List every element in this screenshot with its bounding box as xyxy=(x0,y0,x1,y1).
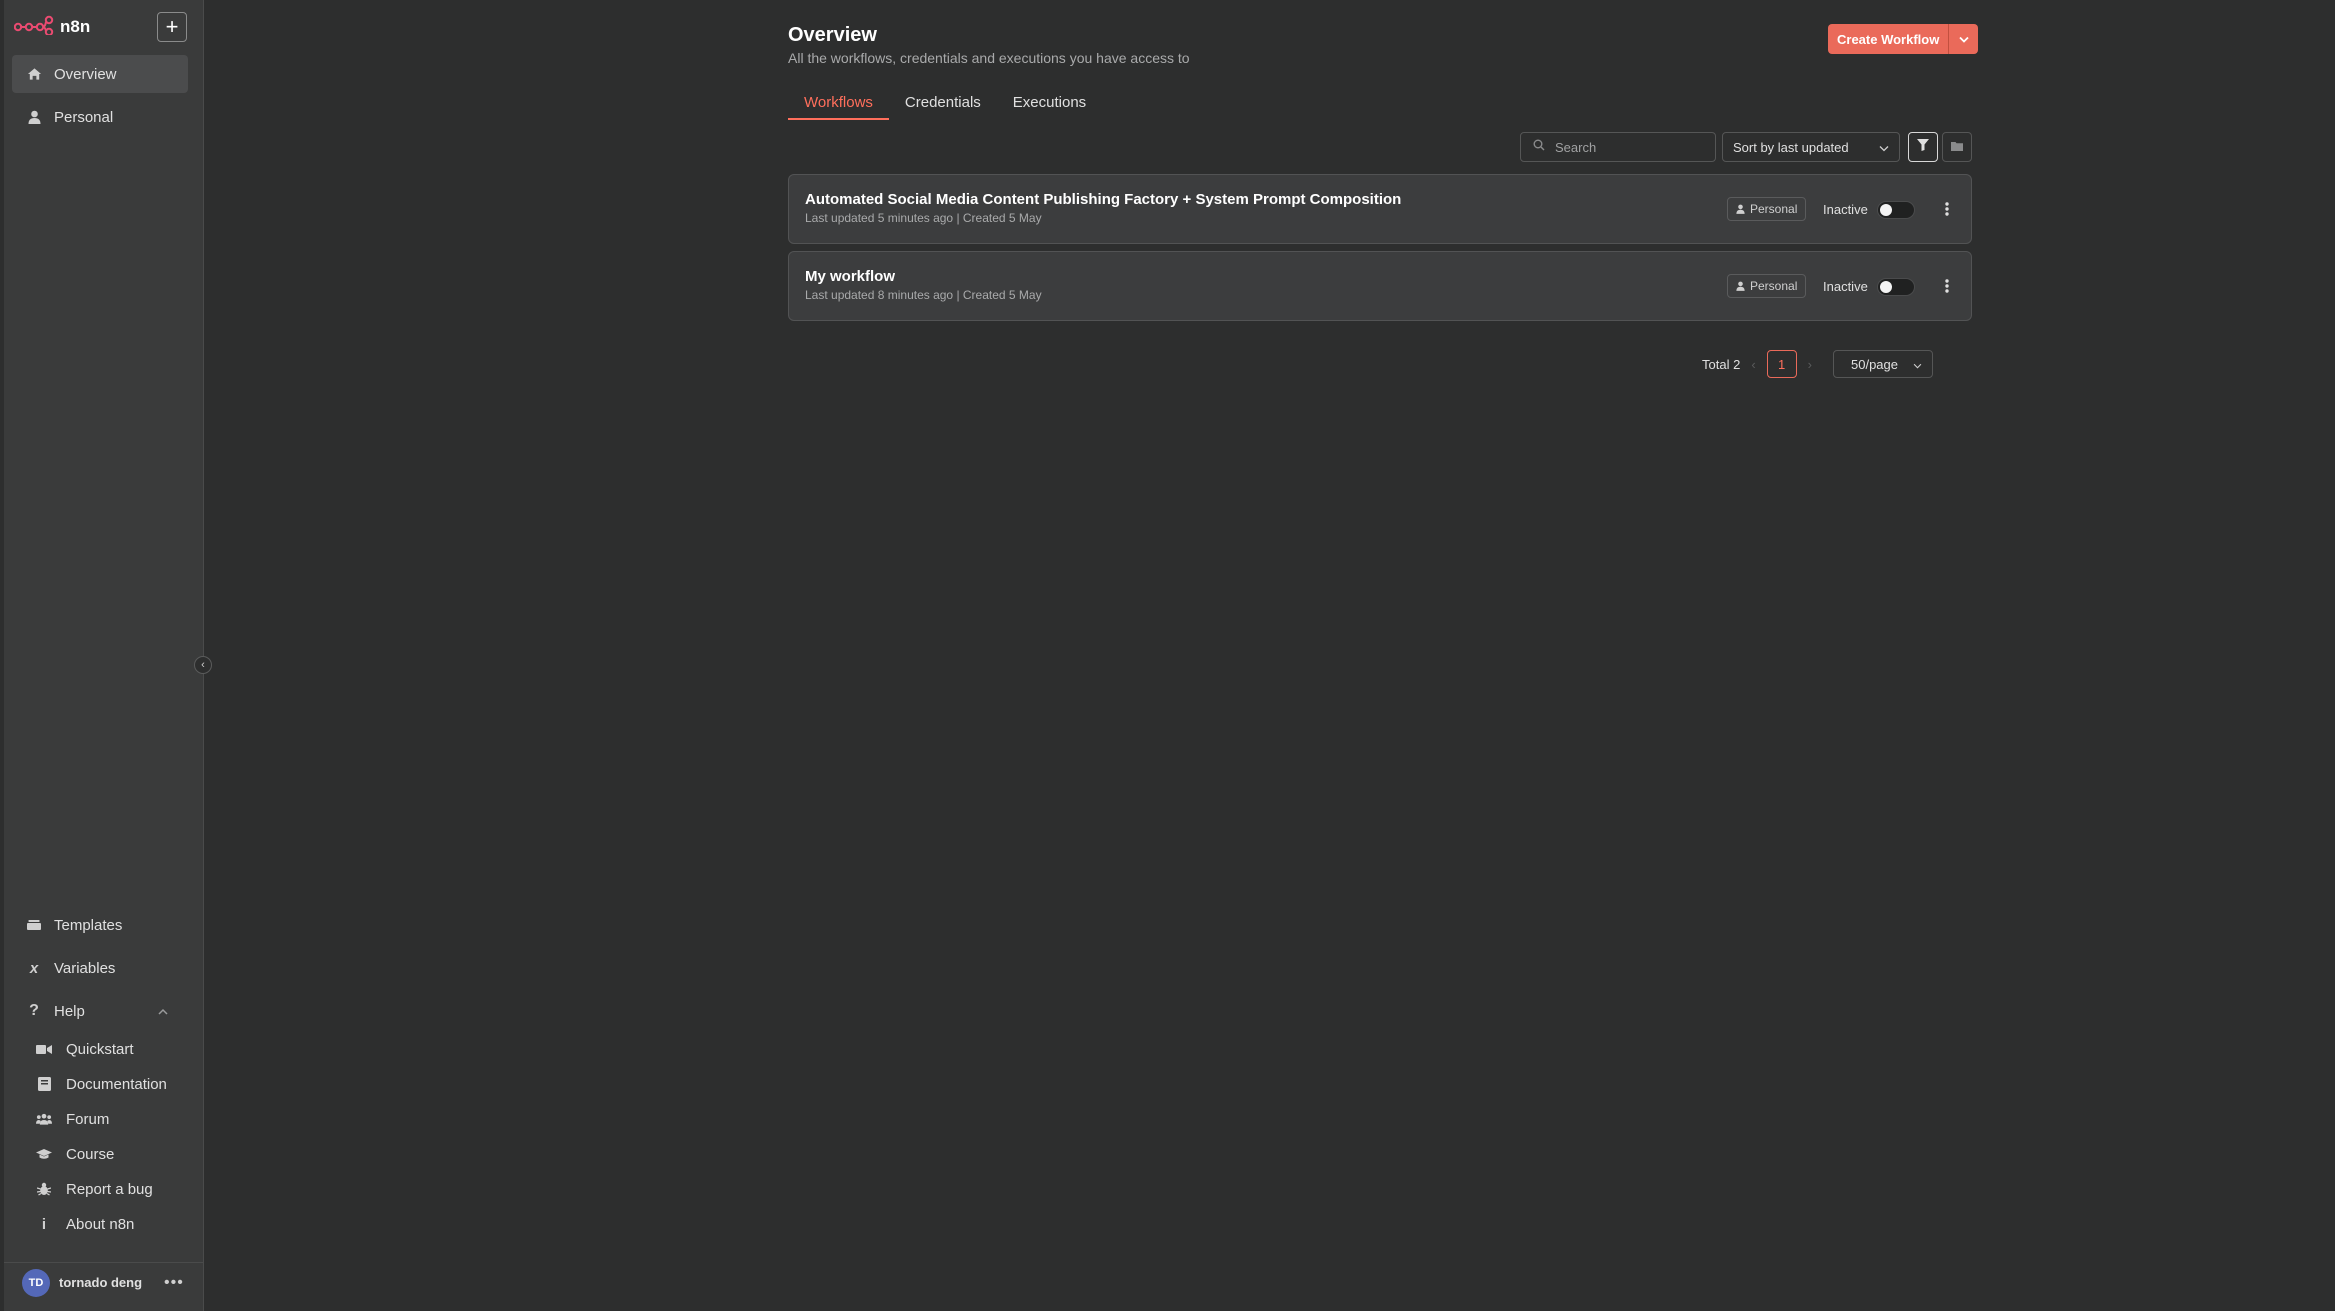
tab-executions[interactable]: Executions xyxy=(997,90,1102,120)
filter-icon xyxy=(1917,138,1929,156)
help-item-label: Report a bug xyxy=(66,1180,153,1198)
sidebar-item-label: Templates xyxy=(54,916,123,934)
search-box xyxy=(1520,132,1716,162)
sidebar-item-label: Overview xyxy=(54,65,117,83)
plus-icon: + xyxy=(165,14,179,39)
help-item-about[interactable]: i About n8n xyxy=(36,1209,135,1239)
pagination: Total 2 ‹ 1 › 50/page xyxy=(1702,350,1933,378)
create-workflow-button-group: Create Workflow xyxy=(1828,24,1979,54)
chevron-up-icon xyxy=(158,1003,168,1020)
help-item-forum[interactable]: Forum xyxy=(36,1104,109,1134)
avatar: TD xyxy=(22,1268,50,1297)
logo[interactable]: n8n xyxy=(13,12,91,42)
help-item-documentation[interactable]: Documentation xyxy=(36,1069,167,1099)
tabs: Workflows Credentials Executions xyxy=(788,90,1102,120)
info-icon: i xyxy=(41,1215,47,1233)
chevron-down-icon xyxy=(1879,140,1889,155)
workflow-card[interactable]: My workflow Last updated 8 minutes ago |… xyxy=(788,251,1972,321)
owner-badge: Personal xyxy=(1727,197,1807,221)
sidebar-item-variables[interactable]: x Variables xyxy=(12,949,188,987)
page-subtitle: All the workflows, credentials and execu… xyxy=(788,50,1190,66)
user-icon xyxy=(26,110,42,124)
owner-label: Personal xyxy=(1750,279,1798,293)
folder-icon xyxy=(1951,138,1963,156)
help-item-report-bug[interactable]: Report a bug xyxy=(36,1174,153,1204)
help-item-label: Course xyxy=(66,1145,115,1163)
book-icon xyxy=(36,1077,52,1091)
user-icon xyxy=(1736,281,1745,291)
sidebar-item-personal[interactable]: Personal xyxy=(12,98,188,136)
page-number[interactable]: 1 xyxy=(1766,350,1797,378)
page-size-select[interactable]: 50/page xyxy=(1833,350,1933,378)
status-label: Inactive xyxy=(1823,202,1868,217)
search-icon xyxy=(1533,138,1545,156)
help-icon: ? xyxy=(29,1002,39,1019)
user-name: tornado deng xyxy=(59,1275,143,1290)
search-input[interactable] xyxy=(1555,139,1695,155)
workflow-meta: Last updated 8 minutes ago | Created 5 M… xyxy=(805,288,1042,302)
status-label: Inactive xyxy=(1823,279,1868,294)
filter-button[interactable] xyxy=(1908,132,1938,162)
prev-page-icon[interactable]: ‹ xyxy=(1751,357,1755,372)
help-item-label: Forum xyxy=(66,1110,110,1128)
sidebar-item-label: Personal xyxy=(54,108,114,126)
chevron-left-icon: ‹ xyxy=(201,659,205,671)
templates-icon xyxy=(26,919,42,931)
workflow-meta: Last updated 5 minutes ago | Created 5 M… xyxy=(805,211,1042,225)
variables-icon: x xyxy=(29,959,39,977)
user-menu[interactable]: TD tornado deng ••• xyxy=(4,1262,204,1302)
total-count: Total 2 xyxy=(1702,356,1741,372)
sidebar-item-templates[interactable]: Templates xyxy=(12,906,188,944)
kebab-menu-icon[interactable] xyxy=(1937,197,1957,221)
page-size-value: 50/page xyxy=(1851,356,1898,372)
tab-workflows[interactable]: Workflows xyxy=(788,90,889,120)
help-item-quickstart[interactable]: Quickstart xyxy=(36,1034,134,1064)
chevron-down-icon xyxy=(1913,357,1922,372)
home-icon xyxy=(26,67,42,81)
chevron-down-icon xyxy=(1959,30,1969,48)
workflow-name[interactable]: Automated Social Media Content Publishin… xyxy=(805,191,1401,208)
owner-badge: Personal xyxy=(1727,274,1807,298)
sidebar-item-help[interactable]: ? Help xyxy=(12,992,188,1030)
workflow-card[interactable]: Automated Social Media Content Publishin… xyxy=(788,174,1972,244)
help-item-label: About n8n xyxy=(66,1215,135,1233)
help-item-label: Documentation xyxy=(66,1075,167,1093)
graduation-cap-icon xyxy=(36,1148,52,1160)
create-dropdown-button[interactable] xyxy=(1948,24,1979,54)
sidebar-item-overview[interactable]: Overview xyxy=(12,55,188,93)
users-icon xyxy=(36,1113,52,1125)
n8n-logo-icon xyxy=(13,15,54,40)
active-toggle[interactable] xyxy=(1877,201,1915,219)
sidebar-item-label: Help xyxy=(54,1002,85,1020)
workflow-name[interactable]: My workflow xyxy=(805,268,895,285)
sort-select[interactable]: Sort by last updated xyxy=(1722,132,1900,162)
user-icon xyxy=(1736,204,1745,214)
active-toggle[interactable] xyxy=(1877,278,1915,296)
owner-label: Personal xyxy=(1750,202,1798,216)
bug-icon xyxy=(36,1182,52,1196)
next-page-icon[interactable]: › xyxy=(1808,357,1812,372)
help-item-label: Quickstart xyxy=(66,1040,134,1058)
tab-credentials[interactable]: Credentials xyxy=(889,90,997,120)
sidebar-item-label: Variables xyxy=(54,959,116,977)
sort-value: Sort by last updated xyxy=(1733,139,1849,155)
folder-button[interactable] xyxy=(1942,132,1972,162)
help-item-course[interactable]: Course xyxy=(36,1139,114,1169)
more-options-icon[interactable]: ••• xyxy=(164,1274,184,1292)
create-workflow-button[interactable]: Create Workflow xyxy=(1828,24,1949,54)
collapse-sidebar-button[interactable]: ‹ xyxy=(194,656,212,674)
page-title: Overview xyxy=(788,24,877,46)
video-icon xyxy=(36,1044,52,1055)
logo-text: n8n xyxy=(60,17,91,36)
add-new-button[interactable]: + xyxy=(157,12,187,42)
kebab-menu-icon[interactable] xyxy=(1937,274,1957,298)
